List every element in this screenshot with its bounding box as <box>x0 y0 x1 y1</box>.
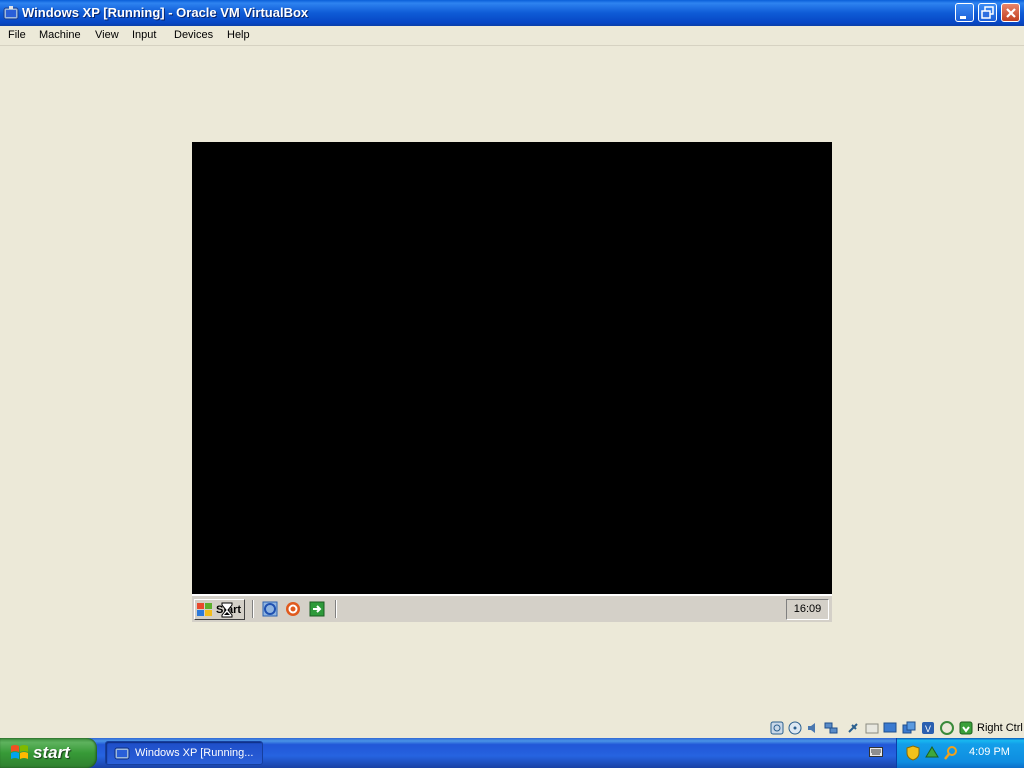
restore-button[interactable] <box>978 3 997 22</box>
guest-clock: 16:09 <box>786 599 829 620</box>
show-desktop-icon[interactable] <box>309 601 325 617</box>
close-button[interactable] <box>1001 3 1020 22</box>
browser-icon[interactable] <box>285 601 301 617</box>
audio-icon[interactable] <box>806 721 820 735</box>
display-icon[interactable] <box>883 721 897 735</box>
taskbar-item-virtualbox[interactable]: Windows XP [Running... <box>105 741 263 765</box>
shared-folders-icon[interactable] <box>865 721 879 735</box>
restore-icon <box>981 6 994 19</box>
optical-drive-icon[interactable] <box>788 721 802 735</box>
usb-icon[interactable] <box>846 721 860 735</box>
menu-input[interactable]: Input <box>132 29 156 41</box>
search-icon[interactable] <box>943 745 959 761</box>
close-icon <box>1006 8 1016 18</box>
vm-display[interactable] <box>192 142 832 594</box>
windows-logo-icon <box>11 745 28 759</box>
start-button[interactable]: start <box>0 738 97 768</box>
virtualization-icon[interactable]: V <box>921 721 935 735</box>
menu-devices[interactable]: Devices <box>174 29 213 41</box>
hard-disk-icon[interactable] <box>770 721 784 735</box>
video-capture-icon[interactable] <box>902 721 916 735</box>
menu-machine[interactable]: Machine <box>39 29 81 41</box>
menu-bar: File Machine View Input Devices Help <box>0 26 1024 46</box>
hourglass-cursor-icon <box>221 602 233 618</box>
menu-view[interactable]: View <box>95 29 119 41</box>
taskbar-item-label: Windows XP [Running... <box>135 747 254 759</box>
menu-file[interactable]: File <box>8 29 26 41</box>
host-key-icon[interactable] <box>959 721 973 735</box>
system-tray: 4:09 PM <box>896 738 1024 768</box>
keyboard-icon[interactable] <box>869 747 883 757</box>
menu-help[interactable]: Help <box>227 29 250 41</box>
internet-explorer-icon[interactable] <box>262 601 278 617</box>
taskbar-separator <box>335 600 337 618</box>
virtualbox-icon <box>3 6 19 20</box>
system-clock[interactable]: 4:09 PM <box>969 746 1010 758</box>
guest-start-button[interactable]: Start <box>194 599 245 620</box>
svg-text:V: V <box>925 724 931 734</box>
window-title: Windows XP [Running] - Oracle VM Virtual… <box>22 5 309 20</box>
virtualbox-icon <box>114 747 130 760</box>
taskbar-separator <box>252 600 254 618</box>
guest-taskbar: Start 16:09 <box>192 594 832 622</box>
host-key-label: Right Ctrl <box>977 722 1023 734</box>
minimize-button[interactable] <box>955 3 974 22</box>
status-bar: V Right Ctrl <box>0 719 1024 738</box>
start-label: start <box>33 743 70 762</box>
windows-flag-icon <box>197 603 212 616</box>
taskbar: start Windows XP [Running... 4:09 PM <box>0 738 1024 768</box>
minimize-icon <box>960 16 966 19</box>
network-icon[interactable] <box>824 721 838 735</box>
antivirus-icon[interactable] <box>924 745 940 761</box>
mouse-integration-icon[interactable] <box>940 721 954 735</box>
security-shield-icon[interactable] <box>905 745 921 761</box>
title-bar[interactable]: Windows XP [Running] - Oracle VM Virtual… <box>0 0 1024 26</box>
